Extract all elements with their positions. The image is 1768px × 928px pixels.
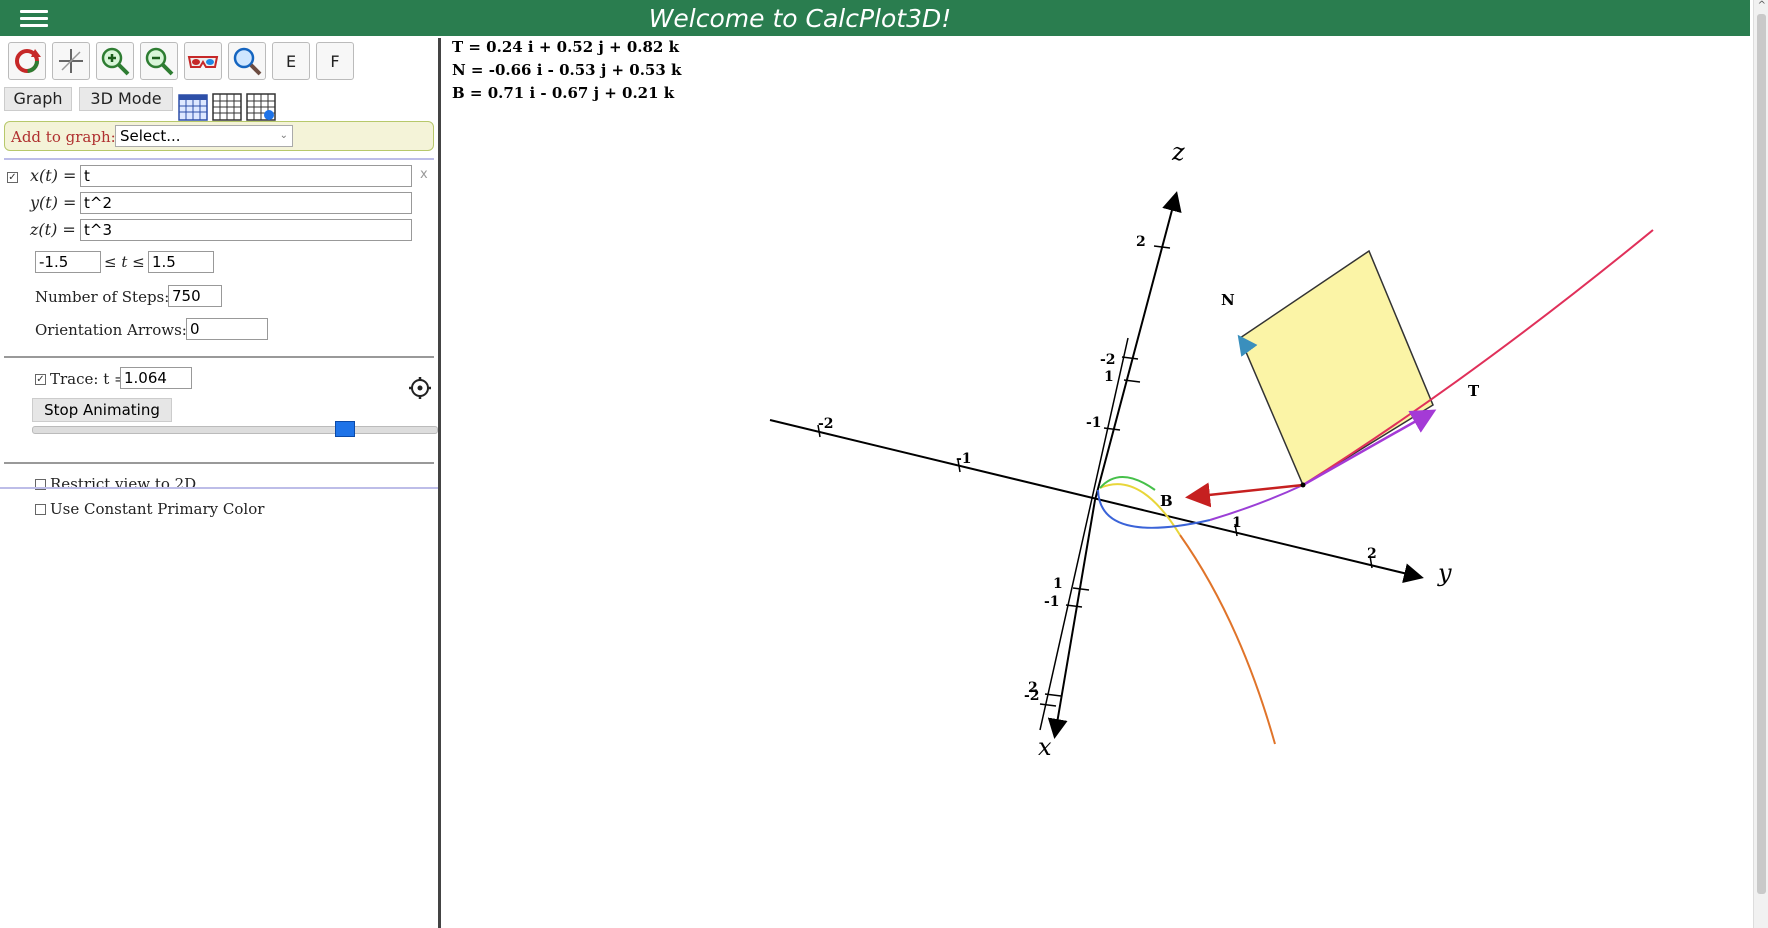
gear-icon[interactable] [408,376,432,400]
e-button[interactable]: E [272,42,310,80]
plot-canvas[interactable]: z y x -2 -1 1 2 2 -2 1 -1 1 -1 -2 2 T N … [441,38,1731,926]
app-header: Welcome to CalcPlot3D! [0,0,1750,36]
divider [4,462,434,464]
divider [4,356,434,358]
tangent-label: T [1468,382,1480,400]
grid-add-icon[interactable] [246,92,276,122]
tab-graph[interactable]: Graph [4,87,72,111]
calculator-grid-icon[interactable] [178,92,208,122]
x-function-input[interactable]: t [80,165,412,187]
tick-z-2: 2 [1136,234,1146,250]
trace-point [1300,482,1306,488]
trace-slider-handle[interactable] [335,421,356,437]
orientation-arrows-label: Orientation Arrows: [35,321,187,339]
binormal-vector [1185,482,1304,508]
x-axis-label: x [1038,733,1052,761]
add-to-graph-label: Add to graph: [11,128,116,146]
center-axes-button[interactable] [52,42,90,80]
tick-x-1: 1 [1053,576,1063,592]
control-panel: E F Graph 3D Mode Add to graph: Select..… [0,38,441,928]
chevron-down-icon: ⌄ [279,130,288,141]
rotate-icon [15,49,41,73]
tick-y-neg2: -2 [818,416,834,432]
restrict-2d-label: Restrict view to 2D [50,475,197,493]
zoom-out-button[interactable] [140,42,178,80]
z-function-label: z(t) = [30,220,76,239]
remove-curve-icon[interactable]: x [420,167,428,182]
3d-glasses-icon [187,56,219,68]
add-to-graph-select[interactable]: Select... ⌄ [115,125,293,147]
trace-checkbox[interactable]: ✓ [35,374,46,385]
tick-x-neg1: -1 [1044,594,1060,610]
steps-input[interactable]: 750 [168,285,222,307]
normal-label: N [1221,291,1235,309]
t-range-label: ≤ t ≤ [104,253,145,271]
trace-t-input[interactable]: 1.064 [120,367,192,389]
axes-center-icon [59,49,83,73]
page-scrollbar[interactable]: ^ [1753,0,1768,928]
t-max-input[interactable]: 1.5 [148,251,214,273]
y-axis-label: y [1437,559,1452,587]
zoom-in-icon [101,47,130,76]
3d-glasses-button[interactable] [184,42,222,80]
scroll-thumb[interactable] [1757,14,1766,894]
panel-bottom-border [0,487,438,489]
t-min-input[interactable]: -1.5 [35,251,101,273]
divider [4,158,434,160]
constant-color-checkbox[interactable] [35,504,46,515]
y-function-label: y(t) = [30,193,77,212]
add-to-graph-selected: Select... [120,127,181,145]
rotate-button[interactable] [8,42,46,80]
curve-enabled-checkbox[interactable]: ✓ [7,172,18,183]
tick-y-neg1: -1 [956,451,972,467]
z-function-input[interactable]: t^3 [80,219,412,241]
tab-3d-mode[interactable]: 3D Mode [79,87,173,111]
constant-color-label: Use Constant Primary Color [50,500,265,518]
binormal-label: B [1160,492,1173,510]
steps-label: Number of Steps: [35,288,170,306]
f-button[interactable]: F [316,42,354,80]
zoom-in-button[interactable] [96,42,134,80]
x-axis [1047,499,1096,739]
tick-z-1: 1 [1104,369,1114,385]
curve-segment [1099,476,1156,491]
z-axis-label: z [1171,138,1185,166]
scroll-up-icon[interactable]: ^ [1758,0,1766,11]
x-axis-back [1039,337,1129,731]
add-to-graph-bar: Add to graph: Select... ⌄ [4,121,434,151]
zoom-out-icon [145,47,174,76]
grid-icon[interactable] [212,92,242,122]
orientation-arrows-input[interactable]: 0 [186,318,268,340]
app-title: Welcome to CalcPlot3D! [648,4,952,33]
tick-x-2: 2 [1028,680,1038,696]
trace-slider[interactable] [32,426,438,434]
tick-y-1: 1 [1232,515,1242,531]
y-function-input[interactable]: t^2 [80,192,412,214]
stop-animating-button[interactable]: Stop Animating [32,398,172,422]
curve-segment [1179,534,1276,745]
x-function-label: x(t) = [30,166,77,185]
tick-y-2: 2 [1367,546,1377,562]
tick-z-neg2: -2 [1100,352,1116,368]
magnifier-icon [233,47,262,76]
magnifier-button[interactable] [228,42,266,80]
trace-label: Trace: t = [50,370,127,388]
osculating-plane [1239,249,1434,487]
tick-z-neg1: -1 [1086,415,1102,431]
